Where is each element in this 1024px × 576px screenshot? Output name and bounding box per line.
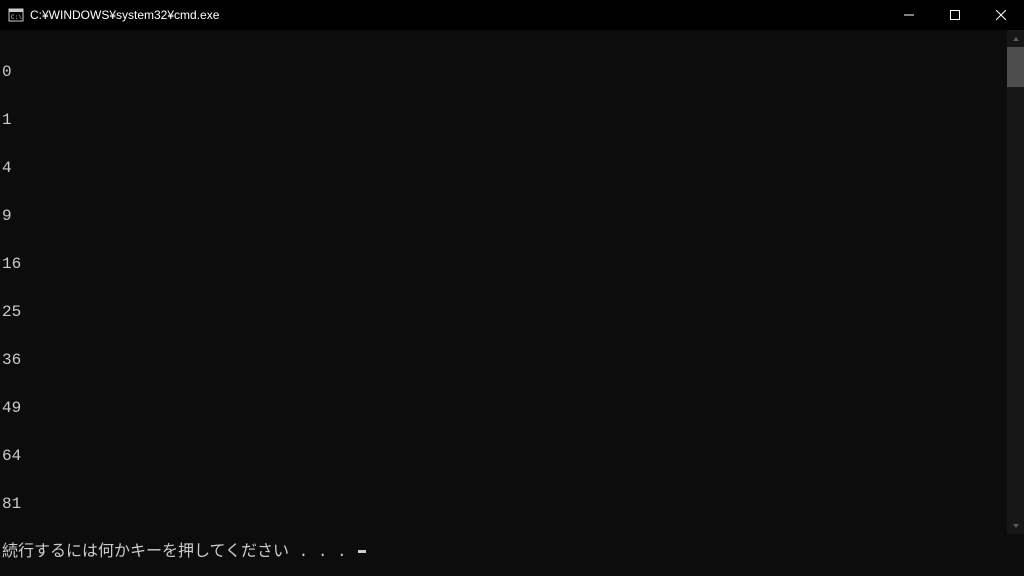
svg-text:C:\: C:\ [11, 14, 22, 21]
scroll-down-arrow-icon[interactable] [1007, 517, 1024, 534]
output-line: 1 [2, 112, 1007, 128]
close-button[interactable] [978, 0, 1024, 30]
output-line: 9 [2, 208, 1007, 224]
prompt-line: 続行するには何かキーを押してください . . . [2, 544, 1007, 560]
window-title: C:¥WINDOWS¥system32¥cmd.exe [30, 8, 886, 22]
titlebar[interactable]: C:\ C:¥WINDOWS¥system32¥cmd.exe [0, 0, 1024, 30]
terminal-output[interactable]: 0 1 4 9 16 25 36 49 64 81 続行するには何かキーを押して… [0, 30, 1007, 534]
cursor [358, 550, 366, 553]
window-controls [886, 0, 1024, 30]
cmd-icon: C:\ [8, 7, 24, 23]
output-line: 81 [2, 496, 1007, 512]
output-line: 25 [2, 304, 1007, 320]
output-line: 16 [2, 256, 1007, 272]
output-line: 64 [2, 448, 1007, 464]
scrollbar-thumb[interactable] [1007, 47, 1024, 87]
output-line: 49 [2, 400, 1007, 416]
maximize-button[interactable] [932, 0, 978, 30]
output-line: 0 [2, 64, 1007, 80]
scroll-up-arrow-icon[interactable] [1007, 30, 1024, 47]
vertical-scrollbar[interactable] [1007, 30, 1024, 534]
prompt-text: 続行するには何かキーを押してください . . . [2, 544, 356, 560]
output-line: 4 [2, 160, 1007, 176]
output-line: 36 [2, 352, 1007, 368]
minimize-button[interactable] [886, 0, 932, 30]
